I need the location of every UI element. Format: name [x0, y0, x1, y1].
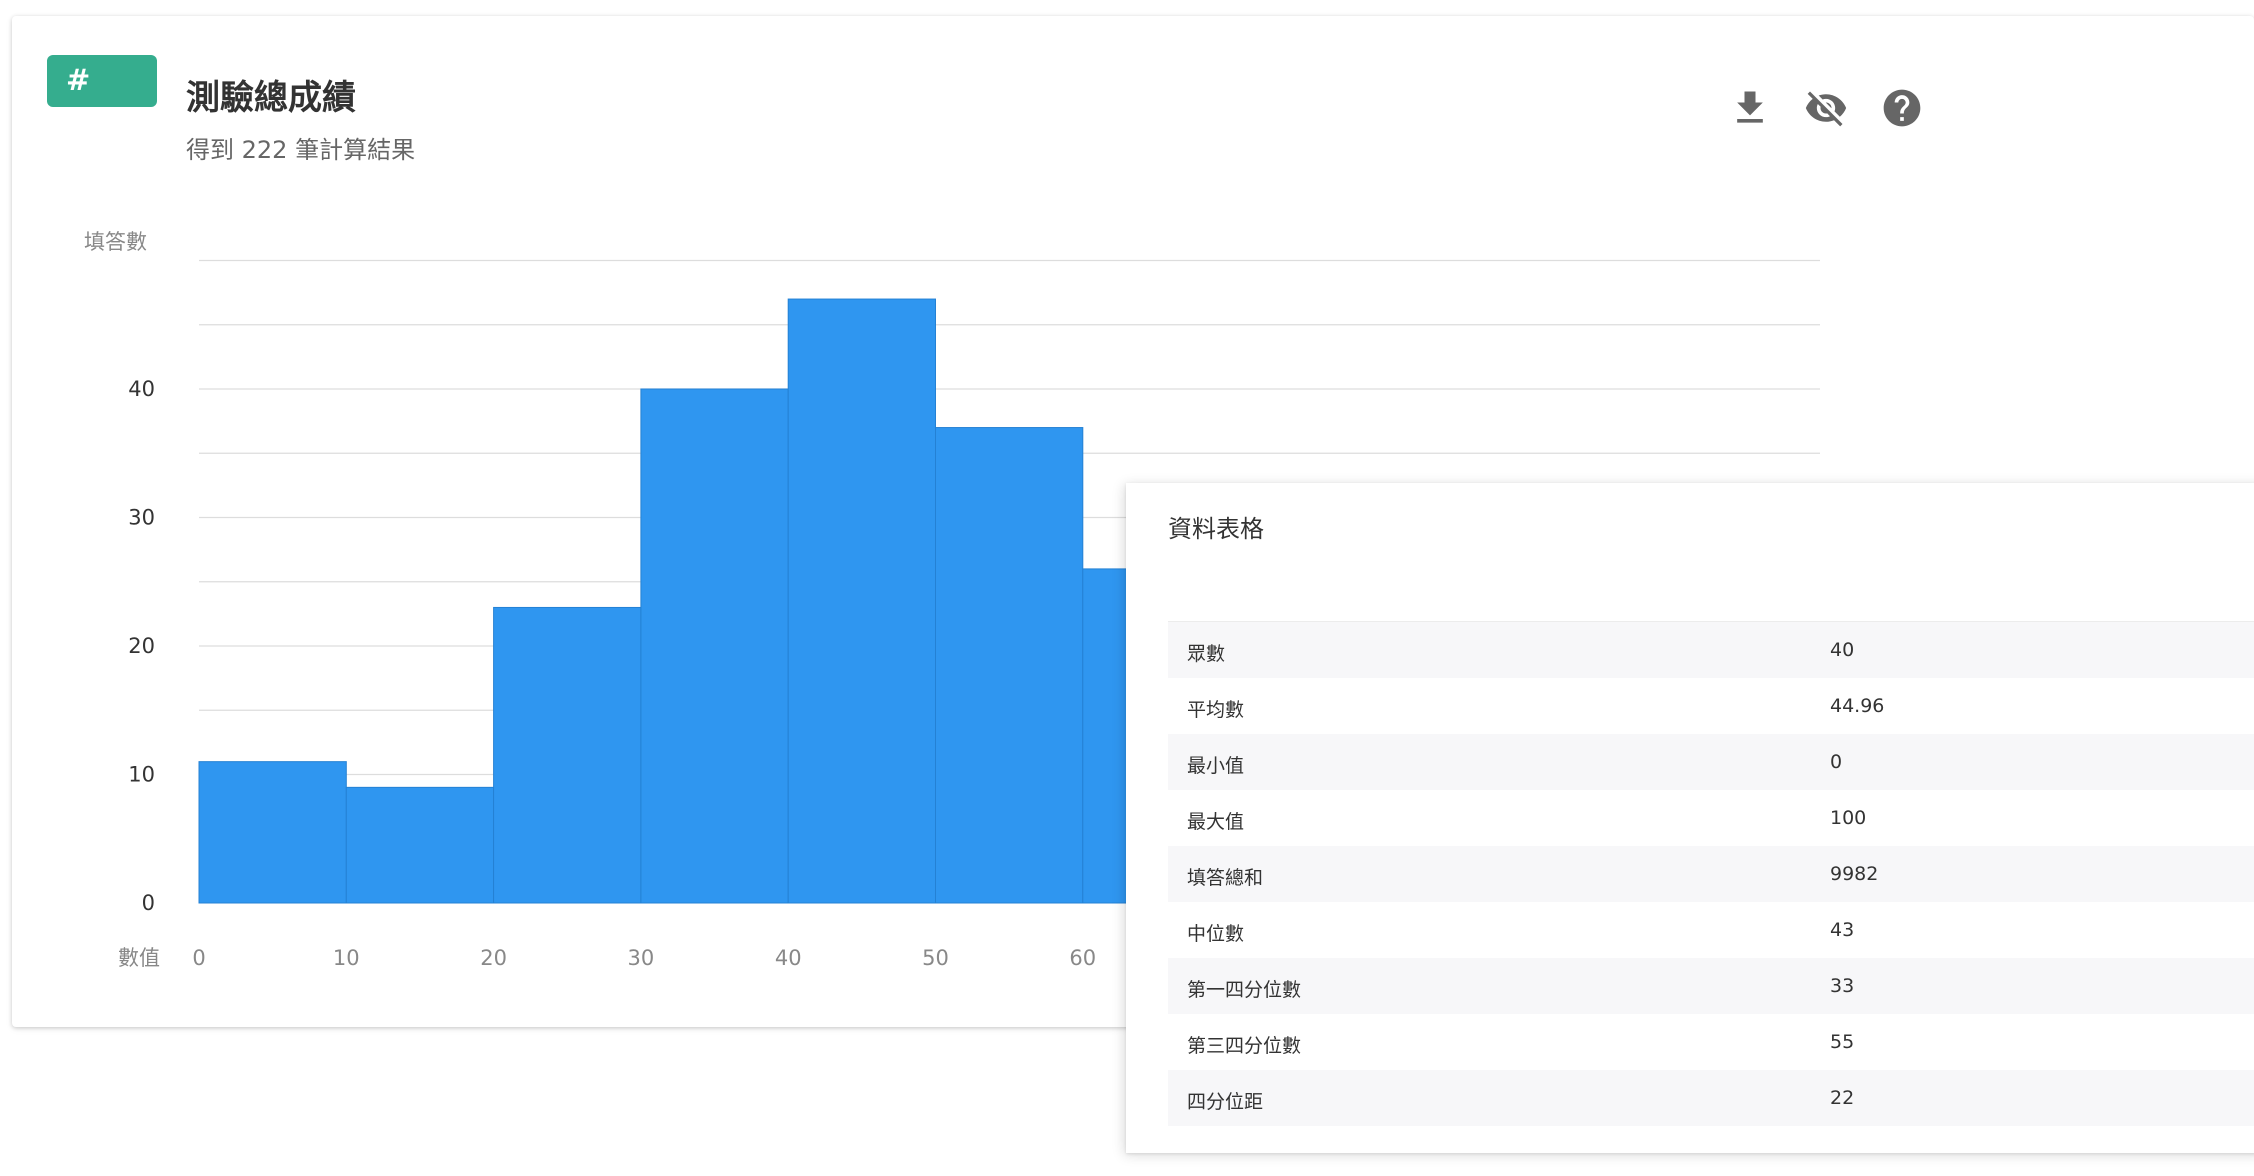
stat-label: 第三四分位數: [1187, 1035, 1302, 1057]
table-row: 中位數 43: [1168, 902, 2254, 958]
table-row: 填答總和 9982: [1168, 846, 2254, 902]
stat-value: 22: [1830, 1087, 1855, 1109]
x-tick-label: 40: [775, 946, 802, 970]
stat-value: 55: [1830, 1031, 1855, 1053]
stat-label: 四分位距: [1187, 1091, 1264, 1113]
data-table-panel: 資料表格 眾數 40 平均數 44.96 最小值 0 最大值 100 填答總和 …: [1126, 483, 2254, 1153]
stat-label: 最大值: [1187, 811, 1245, 833]
stat-value: 33: [1830, 975, 1855, 997]
x-tick-label: 10: [333, 946, 360, 970]
stat-label: 眾數: [1187, 643, 1226, 665]
x-tick-label: 30: [628, 946, 655, 970]
histogram-bar[interactable]: [935, 427, 1084, 904]
histogram-bar[interactable]: [198, 761, 347, 904]
histogram-bar[interactable]: [640, 388, 789, 904]
stat-label: 平均數: [1187, 699, 1245, 721]
y-tick-label: 40: [128, 377, 155, 401]
y-tick-label: 20: [128, 634, 155, 658]
x-tick-label: 60: [1069, 946, 1096, 970]
x-axis-label: 數值: [118, 946, 160, 970]
stat-value: 0: [1830, 751, 1843, 773]
stat-value: 44.96: [1830, 695, 1885, 717]
table-row: 最小值 0: [1168, 734, 2254, 790]
stats-table: 眾數 40 平均數 44.96 最小值 0 最大值 100 填答總和 9982 …: [1168, 621, 2254, 1126]
table-row: 最大值 100: [1168, 790, 2254, 846]
stat-label: 第一四分位數: [1187, 979, 1302, 1001]
stat-value: 100: [1830, 807, 1867, 829]
stat-label: 最小值: [1187, 755, 1245, 777]
table-row: 眾數 40: [1168, 622, 2254, 678]
y-tick-label: 10: [128, 763, 155, 787]
stat-value: 9982: [1830, 863, 1879, 885]
y-tick-label: 30: [128, 506, 155, 530]
stat-value: 40: [1830, 639, 1855, 661]
stat-label: 填答總和: [1187, 867, 1264, 889]
table-row: 平均數 44.96: [1168, 678, 2254, 734]
histogram-bar[interactable]: [787, 298, 937, 904]
histogram-bar[interactable]: [493, 606, 642, 904]
table-row: 第一四分位數 33: [1168, 958, 2254, 1014]
y-axis-label: 填答數: [84, 230, 147, 254]
x-tick-label: 0: [192, 946, 205, 970]
stat-value: 43: [1830, 919, 1855, 941]
y-tick-label: 0: [142, 891, 155, 915]
table-row: 四分位距 22: [1168, 1070, 2254, 1126]
stat-label: 中位數: [1187, 923, 1245, 945]
x-tick-label: 50: [922, 946, 949, 970]
data-table-title: 資料表格: [1168, 515, 1264, 543]
histogram-bar[interactable]: [345, 786, 495, 904]
table-row: 第三四分位數 55: [1168, 1014, 2254, 1070]
x-tick-label: 20: [480, 946, 507, 970]
